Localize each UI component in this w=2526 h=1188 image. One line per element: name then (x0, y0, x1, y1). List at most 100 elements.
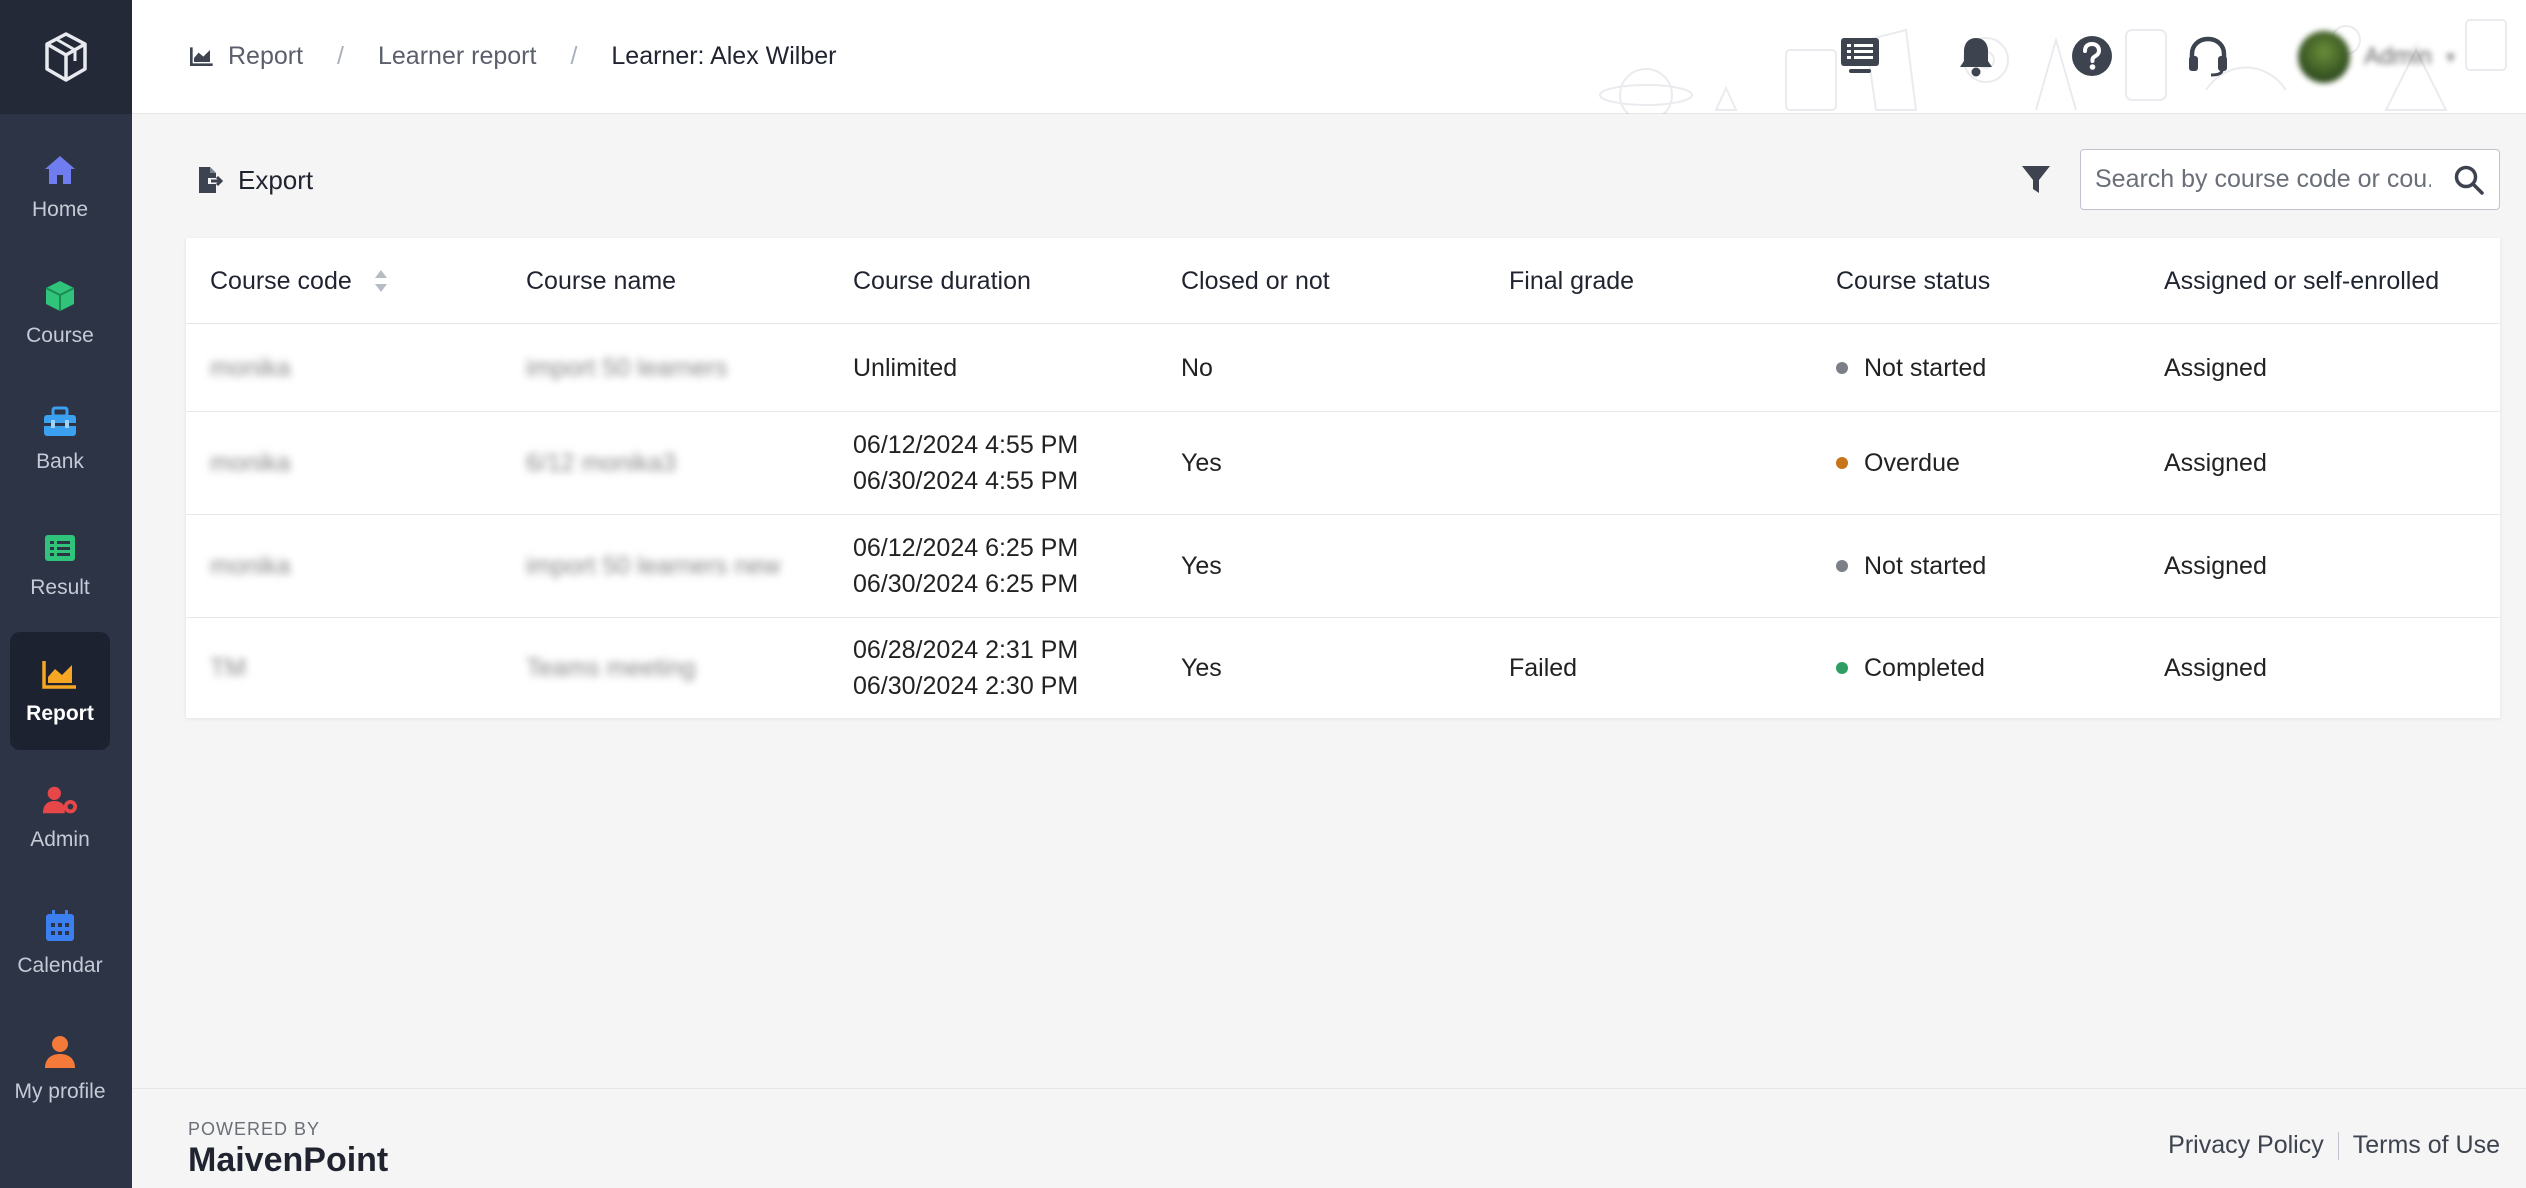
course-name-cell: Teams meeting (526, 654, 696, 682)
course-code-cell: monika (210, 353, 291, 382)
duration-end: 06/30/2024 6:25 PM (853, 570, 1079, 598)
chart-icon (42, 656, 78, 692)
footer: POWERED BY MaivenPoint Privacy Policy Te… (132, 1088, 2526, 1188)
course-status-cell: Overdue (1836, 412, 1960, 514)
user-icon (42, 1034, 78, 1070)
export-file-icon (199, 167, 224, 193)
column-header-assigned: Assigned or self-enrolled (2164, 266, 2440, 295)
closed-cell: Yes (1181, 654, 1222, 682)
course-duration-cell: 06/28/2024 2:31 PM 06/30/2024 2:30 PM (853, 618, 1078, 718)
list-icon (42, 530, 78, 566)
home-icon (42, 152, 78, 188)
status-dot (1836, 560, 1848, 572)
notifications-button[interactable] (1950, 30, 2002, 82)
nav-result-label: Result (30, 576, 90, 599)
nav-calendar[interactable]: Calendar (10, 884, 110, 1002)
course-status-cell: Not started (1836, 515, 1986, 617)
filter-button[interactable] (2018, 160, 2054, 200)
breadcrumb-current: Learner: Alex Wilber (611, 41, 837, 70)
assigned-cell: Assigned (2164, 353, 2267, 382)
course-code-cell: monika (210, 552, 291, 580)
nav-calendar-label: Calendar (17, 954, 103, 977)
export-button[interactable]: Export (196, 160, 313, 200)
course-code-cell: TM (210, 654, 247, 682)
course-status-cell: Not started (1836, 324, 1986, 411)
course-duration-cell: 06/12/2024 4:55 PM 06/30/2024 4:55 PM (853, 412, 1078, 514)
nav-home[interactable]: Home (10, 128, 110, 246)
duration-start: 06/28/2024 2:31 PM (853, 636, 1079, 664)
nav-report[interactable]: Report (10, 632, 110, 750)
status-dot (1836, 457, 1848, 469)
final-grade-cell: Failed (1509, 654, 1578, 682)
table-row[interactable]: TM Teams meeting 06/28/2024 2:31 PM 06/3… (186, 618, 2500, 718)
export-label: Export (238, 164, 314, 195)
duration-end: 06/30/2024 4:55 PM (853, 467, 1079, 495)
help-button[interactable] (2066, 30, 2118, 82)
status-dot (1836, 662, 1848, 674)
app-logo[interactable] (0, 0, 132, 114)
nav-admin-label: Admin (30, 828, 90, 851)
brand-logo: MaivenPoint (188, 1141, 389, 1179)
top-header: Report / Learner report / Learner: Alex … (132, 0, 2526, 114)
nav-result[interactable]: Result (10, 506, 110, 624)
course-status-cell: Completed (1836, 618, 1985, 718)
nav-course[interactable]: Course (10, 254, 110, 372)
sort-icon[interactable] (372, 266, 390, 296)
privacy-policy-link[interactable]: Privacy Policy (2168, 1131, 2324, 1160)
course-name-cell: import 50 learners (526, 353, 728, 382)
terms-of-use-link[interactable]: Terms of Use (2353, 1131, 2500, 1160)
nav-bank[interactable]: Bank (10, 380, 110, 498)
announcement-board-icon (1841, 38, 1879, 73)
course-table: Course code Course name Course duration … (186, 238, 2500, 718)
user-name: Admin (2364, 43, 2433, 70)
nav-bank-label: Bank (36, 450, 84, 473)
calendar-icon (42, 908, 78, 944)
closed-cell: Yes (1181, 449, 1222, 477)
admin-gear-icon (42, 782, 78, 818)
duration-start: Unlimited (853, 353, 958, 382)
search-icon[interactable] (2453, 164, 2485, 196)
column-header-course-code[interactable]: Course code (210, 238, 390, 324)
course-name-cell: 6/12 monika3 (526, 449, 677, 477)
breadcrumb-learner-report[interactable]: Learner report (378, 42, 536, 71)
duration-start: 06/12/2024 4:55 PM (853, 431, 1079, 459)
breadcrumb-separator: / (337, 41, 344, 70)
course-name-cell: import 50 learners new (526, 552, 781, 580)
question-circle-icon (2072, 36, 2112, 76)
sidebar: Home Course Bank Result Report Admin Cal… (0, 0, 132, 1188)
support-button[interactable] (2182, 30, 2234, 82)
breadcrumb-report-label: Report (228, 41, 304, 70)
nav-my-profile[interactable]: My profile (10, 1010, 110, 1128)
search-input[interactable] (2081, 165, 2431, 194)
table-header: Course code Course name Course duration … (186, 238, 2500, 324)
avatar (2298, 31, 2350, 83)
headset-icon (2189, 36, 2227, 77)
nav-home-label: Home (31, 198, 89, 221)
search-box (2080, 149, 2500, 210)
announcements-button[interactable] (1834, 30, 1886, 82)
nav-admin[interactable]: Admin (10, 758, 110, 876)
status-dot (1836, 361, 1848, 374)
footer-divider (2337, 1131, 2339, 1160)
course-duration-cell: 06/12/2024 6:25 PM 06/30/2024 6:25 PM (853, 515, 1078, 617)
column-header-closed-or-not: Closed or not (1181, 266, 1330, 295)
assigned-cell: Assigned (2164, 654, 2267, 682)
filter-icon (2022, 166, 2050, 193)
duration-end: 06/30/2024 2:30 PM (853, 672, 1079, 700)
status-label: Completed (1864, 654, 1985, 682)
logo-cube-icon (45, 32, 87, 82)
footer-links: Privacy Policy Terms of Use (2168, 1131, 2500, 1160)
table-row[interactable]: monika import 50 learners Unlimited No N… (186, 324, 2500, 412)
breadcrumb-report[interactable]: Report (190, 42, 303, 71)
assigned-cell: Assigned (2164, 449, 2267, 477)
status-label: Not started (1864, 353, 1987, 382)
bell-icon (1960, 38, 1992, 77)
assigned-cell: Assigned (2164, 552, 2267, 580)
closed-cell: No (1181, 353, 1213, 382)
course-duration-cell: Unlimited (853, 324, 957, 411)
user-menu[interactable]: Admin ▾ (2298, 30, 2498, 84)
table-row[interactable]: monika import 50 learners new 06/12/2024… (186, 515, 2500, 618)
duration-start: 06/12/2024 6:25 PM (853, 534, 1079, 562)
chevron-down-icon: ▾ (2446, 46, 2456, 67)
table-row[interactable]: monika 6/12 monika3 06/12/2024 4:55 PM 0… (186, 412, 2500, 515)
